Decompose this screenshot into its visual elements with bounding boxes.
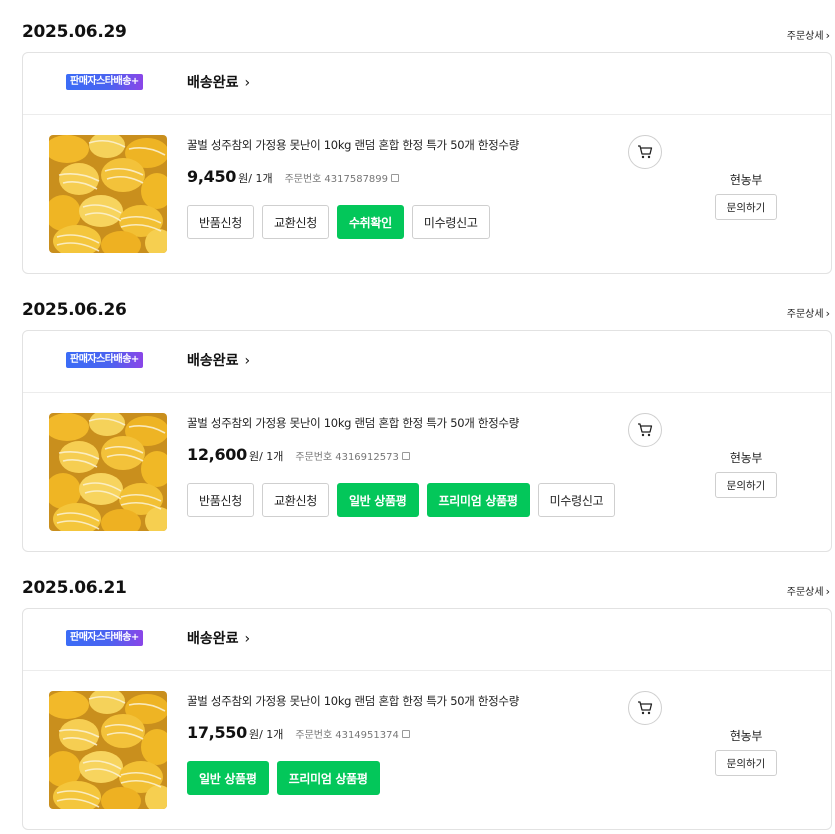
product-name-link[interactable]: 꿀벌 성주참외 가정용 못난이 10kg 랜덤 혼합 한정 특가 50개 한정수…: [187, 693, 519, 709]
order-detail-link[interactable]: 주문상세 ›: [787, 305, 830, 320]
seller-star-delivery-badge: 판매자스타배송+: [66, 630, 143, 646]
price-unit: 원: [238, 172, 249, 185]
order-action-button[interactable]: 미수령신고: [411, 205, 490, 239]
delivery-status-link[interactable]: 배송완료 ›: [187, 628, 250, 648]
order-action-button[interactable]: 교환신청: [261, 205, 329, 239]
delivery-status-link[interactable]: 배송완료 ›: [187, 350, 250, 370]
order-action-buttons: 반품신청 교환신청 일반 상품평 프리미엄 상품평 미수령신고: [187, 483, 616, 517]
product-quantity: / 1개: [248, 172, 273, 185]
order-action-button[interactable]: 반품신청: [187, 483, 254, 517]
product-thumbnail[interactable]: [49, 691, 167, 809]
copy-icon[interactable]: [391, 174, 400, 182]
price-unit: 원: [248, 728, 260, 741]
price-row: 12,600 원/ 1개 주문번호 4316912573: [187, 445, 410, 464]
inquiry-button[interactable]: 문의하기: [715, 750, 777, 776]
seller-star-delivery-badge: 판매자스타배송+: [66, 74, 143, 90]
order-action-button[interactable]: 교환신청: [261, 483, 329, 517]
add-to-cart-button[interactable]: [628, 135, 662, 169]
order-action-buttons: 일반 상품평 프리미엄 상품평: [187, 761, 380, 795]
seller-name[interactable]: 현농부: [713, 449, 779, 466]
order-detail-label: 주문상세: [786, 31, 824, 42]
shopping-cart-icon: [638, 423, 653, 437]
add-to-cart-button[interactable]: [628, 691, 662, 725]
order-detail-label: 주문상세: [786, 587, 824, 598]
product-name-link[interactable]: 꿀벌 성주참외 가정용 못난이 10kg 랜덤 혼합 한정 특가 50개 한정수…: [187, 137, 519, 153]
order-number: 4317587899: [324, 174, 389, 185]
shopping-cart-icon: [638, 701, 653, 715]
seller-star-delivery-badge: 판매자스타배송+: [66, 352, 143, 368]
seller-name[interactable]: 현농부: [713, 171, 779, 188]
order-action-button[interactable]: 미수령신고: [537, 483, 616, 517]
delivery-status-link[interactable]: 배송완료 ›: [187, 72, 250, 92]
product-quantity: / 1개: [259, 728, 284, 741]
price-row: 9,450 원/ 1개 주문번호 4317587899: [187, 167, 400, 186]
chevron-right-icon: ›: [825, 29, 830, 42]
chevron-right-icon: ›: [244, 75, 251, 91]
order-detail-link[interactable]: 주문상세 ›: [787, 27, 830, 42]
order-detail-label: 주문상세: [786, 309, 824, 320]
chevron-right-icon: ›: [244, 631, 251, 647]
shopping-cart-icon: [638, 145, 653, 159]
order-detail-link[interactable]: 주문상세 ›: [787, 583, 830, 598]
order-date: 2025.06.21: [22, 578, 127, 598]
copy-icon[interactable]: [401, 730, 410, 738]
order-action-button[interactable]: 프리미엄 상품평: [276, 761, 380, 795]
order-card-header: 판매자스타배송+ 배송완료 ›: [23, 609, 831, 671]
chevron-right-icon: ›: [825, 307, 830, 320]
order-card: 판매자스타배송+ 배송완료 › 꿀벌 성주참외 가정용 못난이 10kg 랜덤 …: [22, 608, 832, 830]
order-date-row: 2025.06.21 주문상세 ›: [22, 574, 830, 604]
product-price: 12,600: [187, 445, 247, 464]
melon-image: [49, 413, 167, 531]
order-date-row: 2025.06.29 주문상세 ›: [22, 18, 830, 48]
delivery-status-label: 배송완료: [187, 75, 239, 91]
order-card-header: 판매자스타배송+ 배송완료 ›: [23, 331, 831, 393]
copy-icon[interactable]: [401, 452, 410, 460]
melon-image: [49, 691, 167, 809]
order-card: 판매자스타배송+ 배송완료 › 꿀벌 성주참외 가정용 못난이 10kg 랜덤 …: [22, 330, 832, 552]
order-card: 판매자스타배송+ 배송완료 › 꿀벌 성주참외 가정용 못난이 10kg 랜덤 …: [22, 52, 832, 274]
order-number: 4314951374: [335, 730, 399, 741]
melon-image: [49, 135, 167, 253]
product-price: 9,450: [187, 167, 237, 186]
order-card-header: 판매자스타배송+ 배송완료 ›: [23, 53, 831, 115]
order-number-label: 주문번호: [295, 452, 333, 463]
seller-name[interactable]: 현농부: [713, 727, 779, 744]
order-action-button[interactable]: 일반 상품평: [187, 761, 269, 795]
order-action-button[interactable]: 프리미엄 상품평: [426, 483, 530, 517]
price-unit: 원: [248, 450, 260, 463]
chevron-right-icon: ›: [244, 353, 251, 369]
order-number-label: 주문번호: [284, 174, 322, 185]
delivery-status-label: 배송완료: [187, 631, 239, 647]
order-date: 2025.06.26: [22, 300, 127, 320]
product-price: 17,550: [187, 723, 247, 742]
product-thumbnail[interactable]: [49, 135, 167, 253]
order-action-button[interactable]: 수취확인: [336, 205, 404, 239]
inquiry-button[interactable]: 문의하기: [715, 472, 777, 498]
delivery-status-label: 배송완료: [187, 353, 239, 369]
chevron-right-icon: ›: [825, 585, 830, 598]
product-name-link[interactable]: 꿀벌 성주참외 가정용 못난이 10kg 랜덤 혼합 한정 특가 50개 한정수…: [187, 415, 519, 431]
order-action-button[interactable]: 반품신청: [187, 205, 254, 239]
product-quantity: / 1개: [259, 450, 284, 463]
order-date-row: 2025.06.26 주문상세 ›: [22, 296, 830, 326]
product-thumbnail[interactable]: [49, 413, 167, 531]
order-number: 4316912573: [335, 452, 399, 463]
order-action-buttons: 반품신청 교환신청 수취확인 미수령신고: [187, 205, 490, 239]
price-row: 17,550 원/ 1개 주문번호 4314951374: [187, 723, 410, 742]
order-date: 2025.06.29: [22, 22, 127, 42]
order-number-label: 주문번호: [295, 730, 333, 741]
add-to-cart-button[interactable]: [628, 413, 662, 447]
order-action-button[interactable]: 일반 상품평: [336, 483, 419, 517]
inquiry-button[interactable]: 문의하기: [715, 194, 777, 220]
